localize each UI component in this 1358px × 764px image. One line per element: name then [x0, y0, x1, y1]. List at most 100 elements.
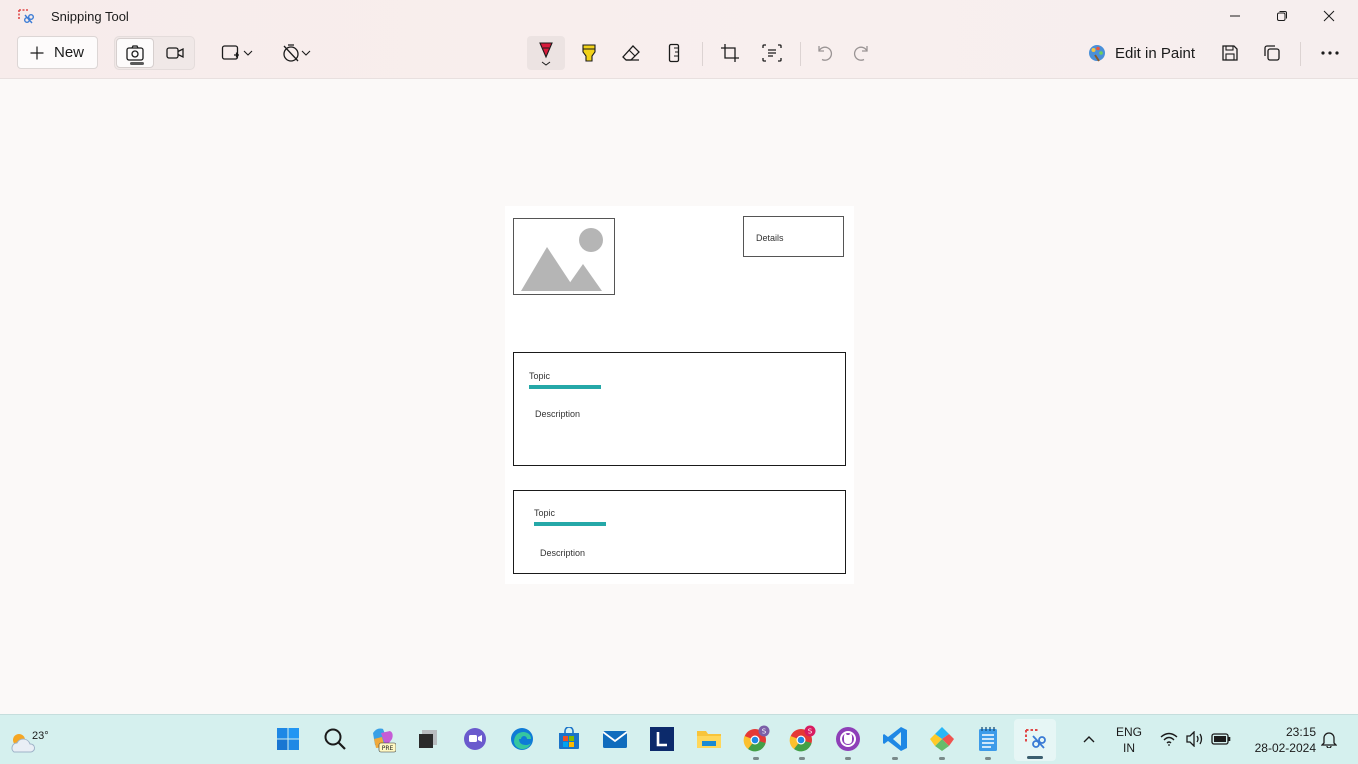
- app-header: Snipping Tool New Edit in Paint: [0, 0, 1358, 79]
- save-button[interactable]: [1211, 36, 1249, 70]
- video-icon: [166, 47, 184, 59]
- save-icon: [1222, 45, 1238, 61]
- store-icon: [559, 727, 579, 749]
- ballpoint-pen-tool[interactable]: [527, 36, 565, 70]
- highlighter-tool[interactable]: [570, 36, 608, 70]
- eraser-icon: [622, 45, 640, 61]
- chevron-down-icon: [243, 50, 253, 56]
- red-pen-icon: [539, 42, 553, 66]
- close-button[interactable]: [1306, 0, 1352, 32]
- language-code: ENG: [1115, 725, 1142, 739]
- region-code: IN: [1123, 741, 1135, 755]
- crop-tool[interactable]: [711, 36, 749, 70]
- task-view-button[interactable]: [413, 724, 443, 754]
- chevron-down-icon: [301, 50, 311, 56]
- file-explorer-button[interactable]: [694, 724, 724, 754]
- running-indicator: [985, 757, 991, 760]
- wifi-icon: [1160, 732, 1178, 746]
- topic-label: Topic: [529, 371, 551, 381]
- toolbar: New Edit in Paint: [0, 34, 1358, 74]
- github-desktop-button[interactable]: [833, 724, 863, 760]
- start-button[interactable]: [273, 724, 303, 754]
- text-actions-tool[interactable]: [753, 36, 791, 70]
- edge-browser-button[interactable]: [507, 724, 537, 754]
- ruler-tool[interactable]: [655, 36, 693, 70]
- notifications-button[interactable]: [1314, 724, 1344, 754]
- plus-icon: [30, 46, 44, 59]
- teams-chat-button[interactable]: [460, 724, 490, 754]
- language-indicator[interactable]: ENG IN: [1110, 724, 1148, 756]
- video-mode-button[interactable]: [156, 38, 194, 68]
- snip-delay-dropdown[interactable]: [274, 36, 318, 70]
- chrome-profile-2-button[interactable]: S: [787, 724, 817, 760]
- undo-button[interactable]: [806, 36, 842, 70]
- vscode-button[interactable]: [880, 724, 910, 760]
- copy-button[interactable]: [1253, 36, 1291, 70]
- copilot-pre-badge: PRE: [382, 745, 394, 752]
- snip-shape-dropdown[interactable]: [214, 36, 260, 70]
- taskbar: 23° PRE S S ENG IN 23:15 28-02-2024: [0, 714, 1358, 764]
- bell-icon: [1321, 732, 1337, 748]
- new-snip-button[interactable]: New: [17, 36, 98, 69]
- notepad-button[interactable]: [973, 724, 1003, 760]
- battery-icon: [1211, 733, 1231, 745]
- rectangle-snip-icon: [221, 45, 239, 60]
- app-title: Snipping Tool: [51, 9, 129, 24]
- details-box: Details: [743, 216, 844, 257]
- github-icon: [836, 727, 860, 751]
- topic-card: Topic Description: [513, 490, 846, 574]
- description-label: Description: [535, 409, 581, 419]
- snipping-tool-taskbar-button[interactable]: [1020, 724, 1050, 754]
- mail-button[interactable]: [600, 724, 630, 754]
- copy-icon: [1264, 45, 1280, 61]
- search-button[interactable]: [320, 724, 350, 754]
- highlighter-icon: [582, 44, 596, 62]
- show-hidden-icons-button[interactable]: [1074, 724, 1104, 754]
- ai-app-button[interactable]: [927, 724, 957, 760]
- snipping-tool-icon: [1025, 729, 1046, 749]
- restore-icon: [1277, 11, 1287, 21]
- toolbar-divider: [702, 42, 703, 66]
- battery-status[interactable]: [1206, 724, 1236, 754]
- folder-icon: [697, 731, 721, 748]
- mail-icon: [602, 731, 628, 748]
- clock-time: 23:15: [1285, 725, 1316, 739]
- redo-button[interactable]: [844, 36, 880, 70]
- new-snip-label: New: [54, 44, 85, 61]
- notepad-icon: [979, 727, 997, 751]
- system-clock[interactable]: 23:15 28-02-2024: [1240, 724, 1316, 756]
- copilot-button[interactable]: PRE: [367, 724, 397, 754]
- weather-temperature: 23°: [32, 730, 49, 742]
- running-indicator: [799, 757, 805, 760]
- edit-in-paint-label: Edit in Paint: [1115, 44, 1196, 62]
- l-app-button[interactable]: [647, 724, 677, 754]
- camera-icon: [126, 45, 144, 61]
- chrome-icon: S: [789, 725, 816, 752]
- microsoft-store-button[interactable]: [554, 724, 584, 754]
- image-placeholder: [513, 218, 615, 295]
- redo-icon: [853, 46, 868, 61]
- snipping-tool-icon: [18, 9, 34, 24]
- eraser-tool[interactable]: [612, 36, 650, 70]
- running-indicator: [845, 757, 851, 760]
- minimize-button[interactable]: [1212, 0, 1258, 32]
- search-icon: [324, 728, 346, 750]
- vscode-icon: [883, 727, 907, 751]
- running-indicator: [753, 757, 759, 760]
- topic-underline: [534, 522, 606, 526]
- captured-snip-image: Details Topic Description Topic Descript…: [505, 206, 854, 584]
- more-options-button[interactable]: [1311, 36, 1349, 70]
- crop-icon: [721, 44, 739, 62]
- screenshot-mode-button[interactable]: [116, 38, 154, 68]
- ruler-icon: [668, 43, 680, 63]
- paint-icon: [1089, 45, 1105, 62]
- chrome-profile-1-button[interactable]: S: [741, 724, 771, 760]
- capture-mode-toggle: [114, 36, 195, 70]
- active-app-indicator: [1027, 756, 1043, 759]
- edit-in-paint-button[interactable]: Edit in Paint: [1087, 36, 1195, 70]
- no-delay-timer-icon: [283, 44, 299, 62]
- restore-button[interactable]: [1259, 0, 1305, 32]
- chrome-profile-badge: S: [762, 728, 767, 736]
- topic-underline: [529, 385, 601, 389]
- weather-widget[interactable]: 23°: [9, 722, 49, 758]
